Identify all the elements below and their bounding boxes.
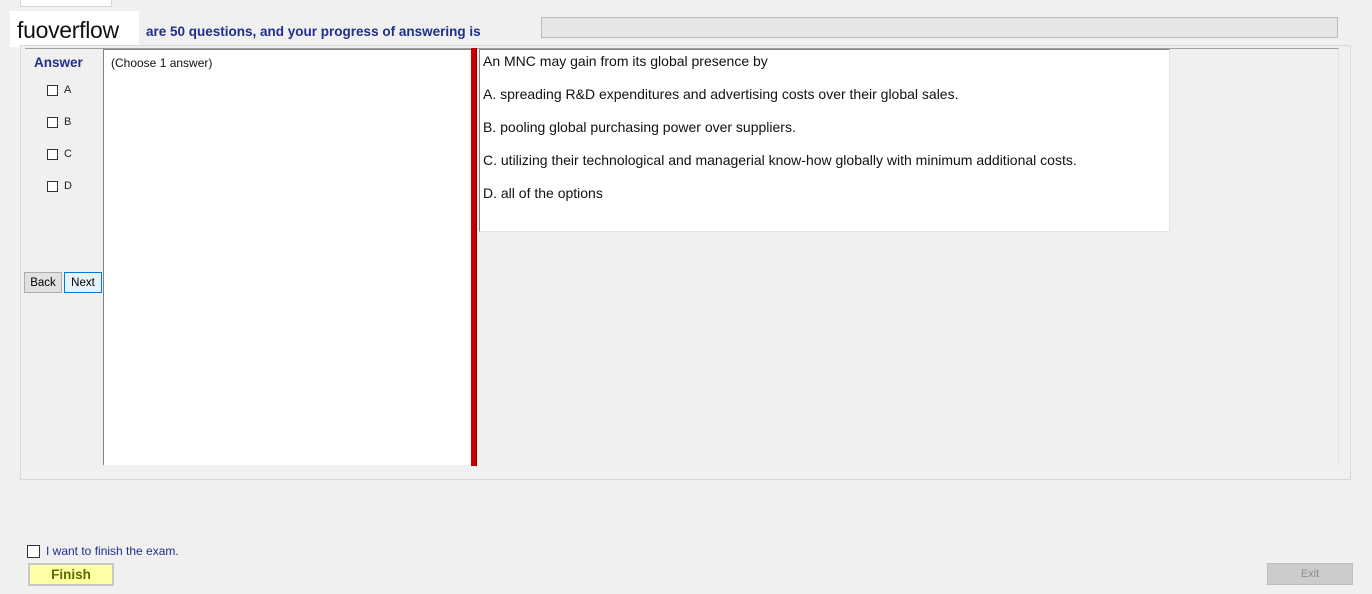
- question-stem: An MNC may gain from its global presence…: [483, 53, 768, 69]
- exit-button[interactable]: Exit: [1267, 563, 1353, 585]
- progress-label: are 50 questions, and your progress of a…: [146, 24, 481, 39]
- top-tab: [20, 0, 112, 7]
- next-button[interactable]: Next: [64, 272, 102, 293]
- choose-instruction: (Choose 1 answer): [111, 56, 213, 70]
- back-button[interactable]: Back: [24, 272, 62, 293]
- question-choice-a: A. spreading R&D expenditures and advert…: [483, 86, 959, 102]
- answer-option-a[interactable]: A: [47, 83, 71, 97]
- answer-option-b[interactable]: B: [47, 115, 71, 129]
- question-choice-b: B. pooling global purchasing power over …: [483, 119, 796, 135]
- finish-button[interactable]: Finish: [28, 563, 114, 586]
- answer-option-label: B: [64, 116, 72, 128]
- question-choice-d: D. all of the options: [483, 185, 603, 201]
- answer-option-d[interactable]: D: [47, 179, 72, 193]
- watermark-logo: fuoverflow: [10, 11, 139, 47]
- checkbox-b[interactable]: [47, 116, 58, 128]
- checkbox-a[interactable]: [47, 84, 58, 96]
- question-box: An MNC may gain from its global presence…: [479, 49, 1170, 232]
- question-choice-c: C. utilizing their technological and man…: [483, 152, 1077, 168]
- answer-option-c[interactable]: C: [47, 147, 72, 161]
- finish-exam-checkbox[interactable]: I want to finish the exam.: [27, 544, 179, 558]
- finish-checkbox-label: I want to finish the exam.: [46, 544, 179, 558]
- checkbox-d[interactable]: [47, 180, 58, 192]
- answer-option-label: A: [64, 84, 72, 96]
- answer-option-label: D: [64, 180, 72, 192]
- pane-splitter[interactable]: [471, 48, 477, 466]
- answer-heading: Answer: [34, 55, 83, 70]
- finish-checkbox-box[interactable]: [27, 544, 40, 558]
- answer-option-label: C: [64, 148, 72, 160]
- checkbox-c[interactable]: [47, 148, 58, 160]
- progress-bar: [541, 17, 1338, 38]
- answer-text-pane: (Choose 1 answer): [103, 49, 471, 465]
